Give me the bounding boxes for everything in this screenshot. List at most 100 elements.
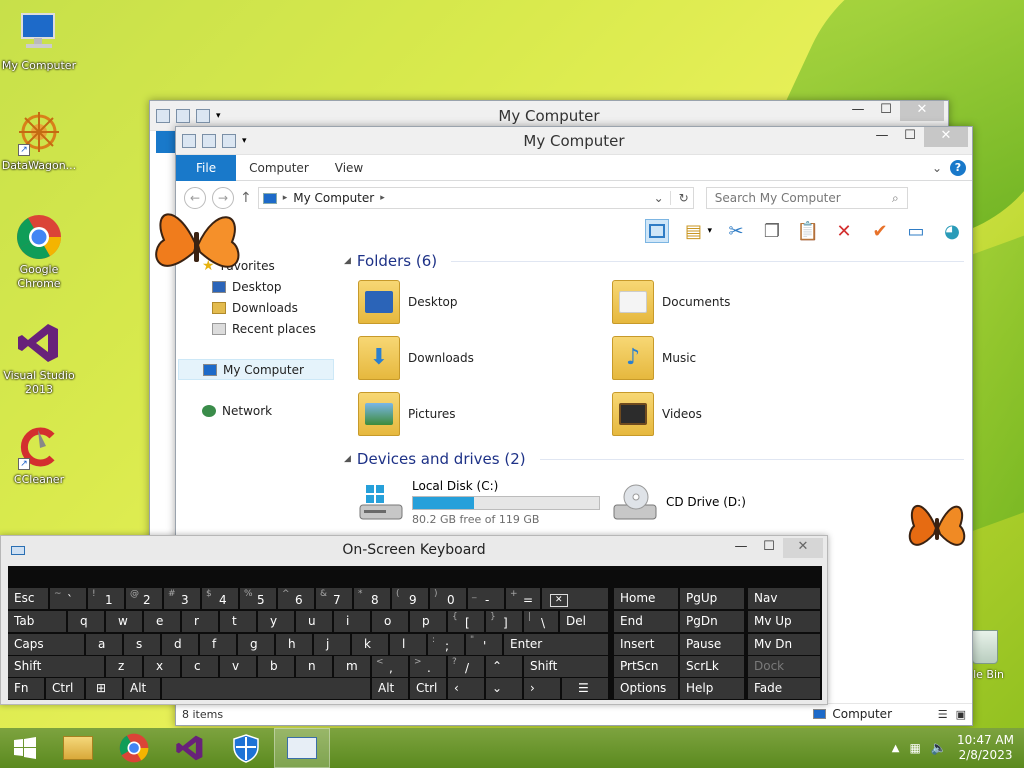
key-v[interactable]: v bbox=[220, 656, 256, 677]
key-h[interactable]: h bbox=[276, 634, 312, 655]
key-n[interactable]: n bbox=[296, 656, 332, 677]
key-scrlk[interactable]: ScrLk bbox=[680, 656, 744, 677]
key-tilde[interactable]: ~ ` bbox=[50, 588, 86, 609]
close-button[interactable]: ✕ bbox=[900, 101, 944, 121]
key-shift-right[interactable]: Shift bbox=[524, 656, 608, 677]
minimize-button[interactable]: — bbox=[868, 127, 896, 147]
key-2[interactable]: @2 bbox=[126, 588, 162, 609]
preview-pane-icon[interactable] bbox=[645, 219, 670, 243]
close-button[interactable]: ✕ bbox=[783, 538, 823, 558]
key-s[interactable]: s bbox=[124, 634, 160, 655]
paste-icon[interactable]: 📋 bbox=[796, 219, 820, 243]
help-button[interactable]: ? bbox=[950, 159, 966, 176]
key-fn[interactable]: Fn bbox=[8, 678, 44, 699]
key-k[interactable]: k bbox=[352, 634, 388, 655]
key-z[interactable]: z bbox=[106, 656, 142, 677]
key-enter[interactable]: Enter bbox=[504, 634, 608, 655]
key-ctrl-right[interactable]: Ctrl bbox=[410, 678, 446, 699]
refresh-icon[interactable]: ↻ bbox=[669, 191, 689, 205]
key-context-menu[interactable]: ☰ bbox=[562, 678, 608, 699]
key-f[interactable]: f bbox=[200, 634, 236, 655]
minimize-button[interactable]: — bbox=[727, 538, 755, 558]
key-y[interactable]: y bbox=[258, 611, 294, 632]
dropdown-icon[interactable]: ▾ bbox=[242, 136, 247, 146]
delete-icon[interactable]: ✕ bbox=[832, 219, 856, 243]
show-hidden-icons-icon[interactable]: ▲ bbox=[892, 743, 900, 754]
key-u[interactable]: u bbox=[296, 611, 332, 632]
desktop-icon-my-computer[interactable]: My Computer bbox=[0, 10, 78, 73]
cut-icon[interactable]: ✂ bbox=[724, 219, 748, 243]
nav-my-computer[interactable]: My Computer bbox=[178, 359, 334, 380]
taskbar-visual-studio[interactable] bbox=[162, 728, 218, 768]
taskbar-security[interactable] bbox=[218, 728, 274, 768]
breadcrumb-chevron-icon[interactable]: ▸ bbox=[283, 193, 288, 203]
key-period[interactable]: >. bbox=[410, 656, 446, 677]
key-comma[interactable]: <, bbox=[372, 656, 408, 677]
key-arrow-up[interactable]: ⌃ bbox=[486, 656, 522, 677]
key-c[interactable]: c bbox=[182, 656, 218, 677]
key-insert[interactable]: Insert bbox=[614, 634, 678, 655]
tab-view[interactable]: View bbox=[322, 161, 376, 175]
address-bar[interactable]: ▸ My Computer ▸ ⌄ ↻ bbox=[257, 187, 694, 209]
key-backspace[interactable]: ✕ bbox=[542, 588, 608, 609]
collapse-icon[interactable]: ◢ bbox=[344, 256, 351, 266]
key-w[interactable]: w bbox=[106, 611, 142, 632]
key-ctrl-left[interactable]: Ctrl bbox=[46, 678, 84, 699]
key-t[interactable]: t bbox=[220, 611, 256, 632]
key-q[interactable]: q bbox=[68, 611, 104, 632]
key-pause[interactable]: Pause bbox=[680, 634, 744, 655]
folder-item-downloads[interactable]: ⬇ Downloads bbox=[358, 333, 612, 383]
key-space[interactable] bbox=[162, 678, 370, 699]
key-d[interactable]: d bbox=[162, 634, 198, 655]
key-m[interactable]: m bbox=[334, 656, 370, 677]
key-semicolon[interactable]: :; bbox=[428, 634, 464, 655]
folders-group-header[interactable]: ◢ Folders (6) bbox=[344, 249, 964, 273]
key-right-bracket[interactable]: }] bbox=[486, 611, 522, 632]
address-dropdown-icon[interactable]: ⌄ bbox=[654, 191, 664, 205]
volume-icon[interactable]: 🔈 bbox=[931, 741, 947, 756]
key-backslash[interactable]: | \ bbox=[524, 611, 558, 632]
key-fade[interactable]: Fade bbox=[748, 678, 820, 699]
collapse-icon[interactable]: ◢ bbox=[344, 454, 351, 464]
key-home[interactable]: Home bbox=[614, 588, 678, 609]
key-minus[interactable]: _ - bbox=[468, 588, 504, 609]
key-esc[interactable]: Esc bbox=[8, 588, 48, 609]
breadcrumb-my-computer[interactable]: My Computer bbox=[293, 191, 374, 205]
folder-item-documents[interactable]: Documents bbox=[612, 277, 866, 327]
key-mv-up[interactable]: Mv Up bbox=[748, 611, 820, 632]
key-del[interactable]: Del bbox=[560, 611, 608, 632]
taskbar-on-screen-keyboard[interactable] bbox=[274, 728, 330, 768]
folder-item-desktop[interactable]: Desktop bbox=[358, 277, 612, 327]
key-alt-right[interactable]: Alt bbox=[372, 678, 408, 699]
desktop-icon-visual-studio[interactable]: Visual Studio 2013 bbox=[0, 320, 78, 397]
tab-computer[interactable]: Computer bbox=[236, 161, 322, 175]
new-folder-icon[interactable] bbox=[196, 108, 210, 123]
nav-network[interactable]: Network bbox=[176, 400, 336, 421]
key-pgup[interactable]: PgUp bbox=[680, 588, 744, 609]
drive-item-d[interactable]: CD Drive (D:) bbox=[612, 477, 866, 527]
key-options[interactable]: Options bbox=[614, 678, 678, 699]
key-slash[interactable]: ? / bbox=[448, 656, 484, 677]
start-button[interactable] bbox=[0, 728, 50, 768]
key-e[interactable]: e bbox=[144, 611, 180, 632]
properties-folder-icon[interactable]: ▤ bbox=[681, 219, 705, 243]
taskbar-chrome[interactable] bbox=[106, 728, 162, 768]
new-folder-icon[interactable] bbox=[222, 133, 236, 148]
large-icons-view-icon[interactable]: ▣ bbox=[956, 708, 966, 721]
maximize-button[interactable]: ☐ bbox=[755, 538, 783, 558]
desktop-icon-google-chrome[interactable]: Google Chrome bbox=[0, 214, 78, 291]
key-8[interactable]: * 8 bbox=[354, 588, 390, 609]
dropdown-icon[interactable]: ▾ bbox=[216, 111, 221, 121]
key-7[interactable]: & 7 bbox=[316, 588, 352, 609]
key-l[interactable]: l bbox=[390, 634, 426, 655]
search-input[interactable]: Search My Computer ⌕ bbox=[705, 187, 908, 209]
key-shift-left[interactable]: Shift bbox=[8, 656, 104, 677]
key-tab[interactable]: Tab bbox=[8, 611, 66, 632]
key-5[interactable]: % 5 bbox=[240, 588, 276, 609]
details-view-icon[interactable]: ☰ bbox=[938, 708, 948, 721]
expand-ribbon-icon[interactable]: ⌄ bbox=[932, 161, 942, 175]
key-help[interactable]: Help bbox=[680, 678, 744, 699]
maximize-button[interactable]: ☐ bbox=[872, 101, 900, 121]
search-icon[interactable]: ⌕ bbox=[892, 191, 899, 206]
globe-icon[interactable]: ◕ bbox=[940, 219, 964, 243]
